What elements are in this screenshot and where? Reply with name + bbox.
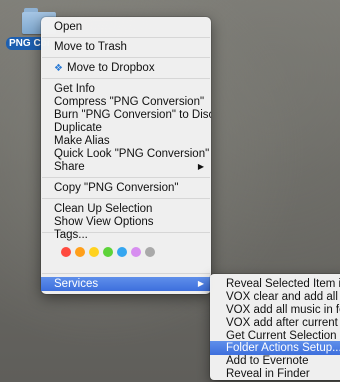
menu-separator <box>42 273 210 274</box>
menu-separator <box>42 37 210 38</box>
services-item-add-to-evernote[interactable]: Add to Evernote <box>210 354 340 368</box>
menu-item-quick-look[interactable]: Quick Look "PNG Conversion" <box>41 147 211 161</box>
services-item-reveal-selected[interactable]: Reveal Selected Item in Ra <box>210 277 340 291</box>
services-item-vox-clear-add[interactable]: VOX clear and add all music <box>210 290 340 304</box>
services-item-vox-add-after[interactable]: VOX add after current all r <box>210 316 340 330</box>
dropbox-icon: ❖ <box>54 63 63 74</box>
chevron-right-icon: ▶ <box>197 162 204 171</box>
menu-item-tags[interactable]: Tags... <box>41 228 211 242</box>
menu-item-services[interactable]: Services ▶ <box>41 277 211 291</box>
menu-separator <box>42 57 210 58</box>
tag-gray-icon[interactable] <box>145 247 155 257</box>
tag-green-icon[interactable] <box>103 247 113 257</box>
menu-item-open[interactable]: Open <box>41 20 211 34</box>
services-submenu: Reveal Selected Item in Ra VOX clear and… <box>210 274 340 380</box>
menu-item-make-alias[interactable]: Make Alias <box>41 134 211 148</box>
menu-item-burn[interactable]: Burn "PNG Conversion" to Disc... <box>41 108 211 122</box>
menu-item-compress[interactable]: Compress "PNG Conversion" <box>41 95 211 109</box>
menu-item-show-view-options[interactable]: Show View Options <box>41 215 211 229</box>
menu-separator <box>42 78 210 79</box>
menu-item-move-to-dropbox-label: Move to Dropbox <box>67 62 155 74</box>
menu-separator <box>42 177 210 178</box>
tag-orange-icon[interactable] <box>75 247 85 257</box>
services-item-reveal-in-finder[interactable]: Reveal in Finder <box>210 367 340 380</box>
menu-item-copy[interactable]: Copy "PNG Conversion" <box>41 181 211 195</box>
context-menu: Open Move to Trash ❖ Move to Dropbox Get … <box>41 17 211 294</box>
services-item-vox-add-folder[interactable]: VOX add all music in folde <box>210 303 340 317</box>
menu-item-clean-up[interactable]: Clean Up Selection <box>41 202 211 216</box>
tag-red-icon[interactable] <box>61 247 71 257</box>
chevron-right-icon: ▶ <box>197 279 204 288</box>
tag-purple-icon[interactable] <box>131 247 141 257</box>
menu-item-move-to-dropbox[interactable]: ❖ Move to Dropbox <box>41 61 211 75</box>
menu-separator <box>42 198 210 199</box>
menu-item-services-label: Services <box>54 278 99 290</box>
menu-item-share-label: Share <box>54 161 85 173</box>
menu-item-move-to-trash[interactable]: Move to Trash <box>41 40 211 54</box>
menu-item-duplicate[interactable]: Duplicate <box>41 121 211 135</box>
tag-yellow-icon[interactable] <box>89 247 99 257</box>
services-item-folder-actions-setup[interactable]: Folder Actions Setup... <box>210 341 340 355</box>
menu-item-get-info[interactable]: Get Info <box>41 82 211 96</box>
menu-item-share[interactable]: Share ▶ <box>41 160 211 174</box>
tag-blue-icon[interactable] <box>117 247 127 257</box>
